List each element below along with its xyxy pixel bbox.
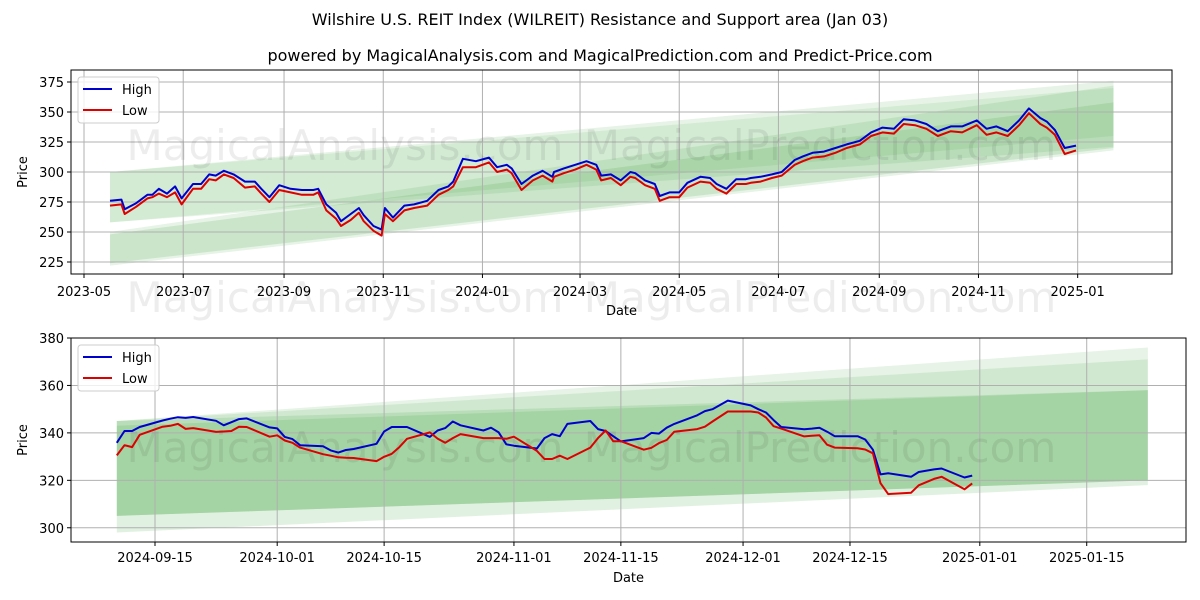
bottom-chart: MagicalAnalysis.com MagicalPrediction.com…	[16, 332, 1187, 586]
watermark-text: MagicalPrediction.com	[584, 423, 1057, 472]
x-tick-label: 2024-09-15	[117, 551, 193, 566]
x-tick-label: 2024-12-15	[812, 551, 888, 566]
y-tick-label: 340	[39, 427, 64, 442]
y-tick-label: 380	[39, 332, 64, 347]
watermark-text: MagicalAnalysis.com	[127, 423, 564, 472]
y-tick-label: 320	[39, 474, 64, 489]
legend: High Low	[77, 344, 160, 392]
x-tick-label: 2024-11-15	[583, 551, 659, 566]
y-tick-label: 360	[39, 379, 64, 394]
y-tick-label: 300	[39, 522, 64, 537]
x-axis-label: Date	[613, 571, 644, 586]
x-tick-label: 2024-10-01	[239, 551, 315, 566]
x-tick-label: 2025-01-01	[942, 551, 1018, 566]
legend-label-low: Low	[122, 372, 148, 387]
y-axis-label: Price	[16, 424, 31, 456]
x-tick-label: 2024-12-01	[705, 551, 781, 566]
x-tick-label: 2024-10-15	[346, 551, 422, 566]
legend-label-high: High	[122, 351, 152, 366]
x-tick-label: 2024-11-01	[476, 551, 552, 566]
x-tick-label: 2025-01-15	[1049, 551, 1125, 566]
